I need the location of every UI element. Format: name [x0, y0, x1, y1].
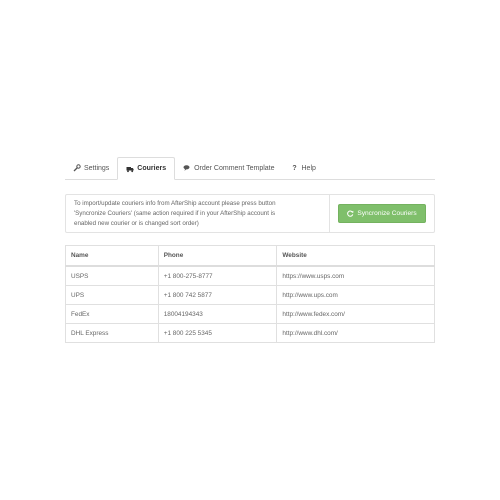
- table-header-row: Name Phone Website: [65, 245, 435, 267]
- tab-help-label: Help: [301, 164, 316, 172]
- courier-website: https://www.usps.com: [276, 265, 435, 286]
- courier-phone: +1 800-275-8777: [157, 265, 278, 286]
- sync-button-cell: Syncronize Couriers: [330, 195, 434, 232]
- courier-website: http://www.ups.com: [276, 285, 435, 305]
- syncronize-couriers-button[interactable]: Syncronize Couriers: [338, 204, 426, 223]
- sync-instructions-line: To import/update couriers info from Afte…: [74, 200, 276, 207]
- courier-name: DHL Express: [65, 323, 159, 343]
- tab-order-comment-template[interactable]: Order Comment Template: [175, 157, 282, 179]
- courier-name: UPS: [65, 285, 159, 305]
- courier-phone: +1 800 742 5877: [157, 285, 278, 305]
- tab-help[interactable]: ? Help: [283, 157, 324, 179]
- courier-name: USPS: [65, 265, 159, 286]
- truck-icon: [126, 165, 134, 173]
- tab-bar: Settings Couriers Order Comment Template…: [65, 157, 435, 180]
- sync-info-box: To import/update couriers info from Afte…: [65, 194, 435, 233]
- sync-instructions: To import/update couriers info from Afte…: [66, 195, 330, 232]
- wrench-icon: [73, 164, 81, 172]
- aftership-panel: Settings Couriers Order Comment Template…: [65, 157, 435, 343]
- table-row: UPS +1 800 742 5877 http://www.ups.com: [65, 285, 435, 305]
- courier-name: FedEx: [65, 304, 159, 324]
- syncronize-couriers-label: Syncronize Couriers: [357, 210, 417, 217]
- comments-icon: [183, 164, 191, 172]
- table-row: DHL Express +1 800 225 5345 http://www.d…: [65, 323, 435, 343]
- tab-couriers-label: Couriers: [137, 165, 167, 172]
- tab-settings-label: Settings: [84, 164, 110, 172]
- question-icon: ?: [292, 164, 297, 172]
- column-header-name: Name: [65, 245, 159, 267]
- courier-website: http://www.fedex.com/: [276, 304, 435, 324]
- courier-website: http://www.dhl.com/: [276, 323, 435, 343]
- column-header-phone: Phone: [157, 245, 278, 267]
- sync-instructions-line: enabled new courier or is changed sort o…: [74, 220, 199, 227]
- couriers-table: Name Phone Website USPS +1 800-275-8777 …: [65, 245, 435, 343]
- table-row: FedEx 18004194343 http://www.fedex.com/: [65, 304, 435, 324]
- tab-couriers[interactable]: Couriers: [117, 157, 176, 180]
- courier-phone: 18004194343: [157, 304, 278, 324]
- refresh-icon: [347, 210, 354, 217]
- tab-order-comment-template-label: Order Comment Template: [194, 164, 275, 172]
- column-header-website: Website: [276, 245, 435, 267]
- courier-phone: +1 800 225 5345: [157, 323, 278, 343]
- table-row: USPS +1 800-275-8777 https://www.usps.co…: [65, 265, 435, 286]
- tab-settings[interactable]: Settings: [65, 157, 117, 179]
- sync-instructions-line: 'Syncronize Couriers' (same action requi…: [74, 210, 276, 217]
